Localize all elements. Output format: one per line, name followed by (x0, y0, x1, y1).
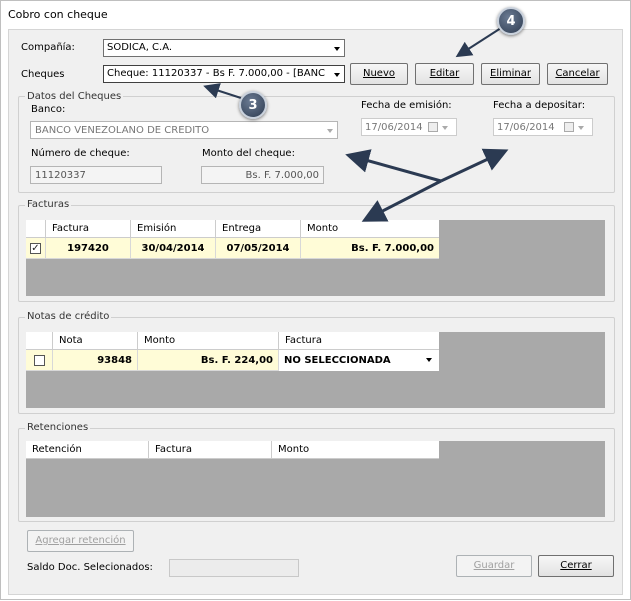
dialog-window: Cobro con cheque Compañía: SODICA, C.A. … (0, 0, 631, 600)
annotation-arrows (203, 27, 509, 222)
callout-3: 3 (239, 91, 267, 119)
arrow-to-fecha (440, 148, 509, 183)
arrow-4 (455, 27, 502, 58)
arrow-3 (203, 83, 242, 99)
arrow-to-monto (345, 149, 442, 183)
callout-4: 4 (497, 7, 525, 35)
arrow-to-facturas (361, 179, 442, 222)
